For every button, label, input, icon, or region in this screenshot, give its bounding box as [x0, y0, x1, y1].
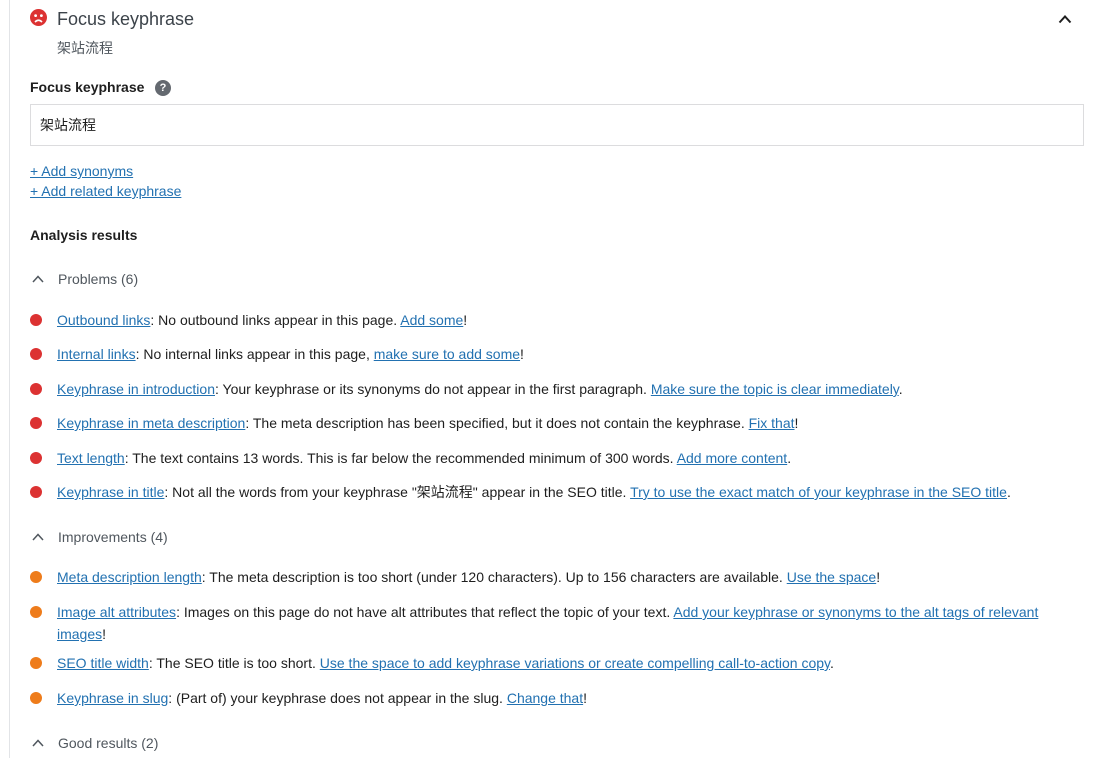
- problem-bullet-icon: [30, 383, 42, 395]
- add-some-link[interactable]: Add some: [400, 312, 463, 328]
- result-end: !: [463, 312, 468, 328]
- image-alt-attributes-link[interactable]: Image alt attributes: [57, 604, 176, 620]
- make-sure-to-add-some-link[interactable]: make sure to add some: [374, 346, 520, 362]
- result-end: .: [787, 450, 792, 466]
- result-text: : The text contains 13 words. This is fa…: [124, 450, 677, 466]
- problem-bullet-icon: [30, 348, 42, 360]
- result-end: !: [102, 626, 107, 642]
- chevron-up-icon: [32, 533, 44, 541]
- keyphrase-in-meta-description-link[interactable]: Keyphrase in meta description: [57, 415, 245, 431]
- improvements-toggle[interactable]: Improvements (4): [32, 529, 168, 545]
- problem-bullet-icon: [30, 417, 42, 429]
- add-related-keyphrase-link[interactable]: + Add related keyphrase: [30, 183, 181, 199]
- text-length-link[interactable]: Text length: [57, 450, 125, 466]
- chevron-up-icon: [32, 275, 44, 283]
- focus-keyphrase-panel-header[interactable]: Focus keyphrase 架站流程: [30, 6, 1086, 58]
- result-text: : (Part of) your keyphrase does not appe…: [168, 690, 507, 706]
- problem-bullet-icon: [30, 314, 42, 326]
- internal-links-link[interactable]: Internal links: [57, 346, 136, 362]
- panel-left-border: [9, 0, 10, 758]
- question-circle-icon[interactable]: ?: [155, 80, 171, 96]
- sad-face-icon: [30, 9, 47, 26]
- result-end: !: [794, 415, 799, 431]
- result-end: !: [583, 690, 588, 706]
- add-synonyms-link[interactable]: + Add synonyms: [30, 163, 133, 179]
- chevron-up-icon: [32, 739, 44, 747]
- result-text: : No outbound links appear in this page.: [150, 312, 401, 328]
- fix-that-link[interactable]: Fix that: [749, 415, 795, 431]
- add-keyphrase-variations-link[interactable]: Use the space to add keyphrase variation…: [320, 655, 830, 671]
- add-more-content-link[interactable]: Add more content: [677, 450, 788, 466]
- result-text: : The meta description has been specifie…: [245, 415, 749, 431]
- seo-title-width-link[interactable]: SEO title width: [57, 655, 149, 671]
- result-end: .: [898, 381, 903, 397]
- good-results-toggle[interactable]: Good results (2): [32, 735, 158, 751]
- analysis-results-heading: Analysis results: [30, 227, 138, 243]
- problems-toggle[interactable]: Problems (6): [32, 271, 138, 287]
- keyphrase-in-slug-link[interactable]: Keyphrase in slug: [57, 690, 168, 706]
- result-text: : Your keyphrase or its synonyms do not …: [215, 381, 651, 397]
- result-end: !: [876, 569, 881, 585]
- make-topic-clear-link[interactable]: Make sure the topic is clear immediately: [651, 381, 899, 397]
- improvement-bullet-icon: [30, 606, 42, 618]
- result-text: : Not all the words from your keyphrase …: [164, 484, 631, 500]
- improvements-label: Improvements (4): [58, 529, 168, 545]
- improvement-bullet-icon: [30, 657, 42, 669]
- panel-keyphrase-subtitle: 架站流程: [57, 40, 113, 56]
- focus-keyphrase-label: Focus keyphrase: [30, 79, 145, 95]
- exact-match-in-seo-title-link[interactable]: Try to use the exact match of your keyph…: [630, 484, 1007, 500]
- change-that-link[interactable]: Change that: [507, 690, 583, 706]
- improvement-bullet-icon: [30, 571, 42, 583]
- focus-keyphrase-input[interactable]: [30, 104, 1084, 146]
- outbound-links-link[interactable]: Outbound links: [57, 312, 150, 328]
- result-text: : The meta description is too short (und…: [201, 569, 787, 585]
- problem-bullet-icon: [30, 452, 42, 464]
- result-end: !: [520, 346, 524, 362]
- improvement-bullet-icon: [30, 692, 42, 704]
- keyphrase-in-title-link[interactable]: Keyphrase in title: [57, 484, 164, 500]
- problems-label: Problems (6): [58, 271, 139, 287]
- result-end: .: [830, 655, 834, 671]
- panel-title: Focus keyphrase: [57, 9, 195, 29]
- use-the-space-link[interactable]: Use the space: [787, 569, 877, 585]
- meta-description-length-link[interactable]: Meta description length: [57, 569, 202, 585]
- result-text: : No internal links appear in this page,: [135, 346, 374, 362]
- result-end: .: [1006, 484, 1011, 500]
- chevron-up-icon[interactable]: [1058, 14, 1072, 24]
- keyphrase-in-introduction-link[interactable]: Keyphrase in introduction: [57, 381, 215, 397]
- result-text: : The SEO title is too short.: [148, 655, 320, 671]
- problem-bullet-icon: [30, 486, 42, 498]
- result-text: : Images on this page do not have alt at…: [176, 604, 674, 620]
- good-results-label: Good results (2): [58, 735, 159, 751]
